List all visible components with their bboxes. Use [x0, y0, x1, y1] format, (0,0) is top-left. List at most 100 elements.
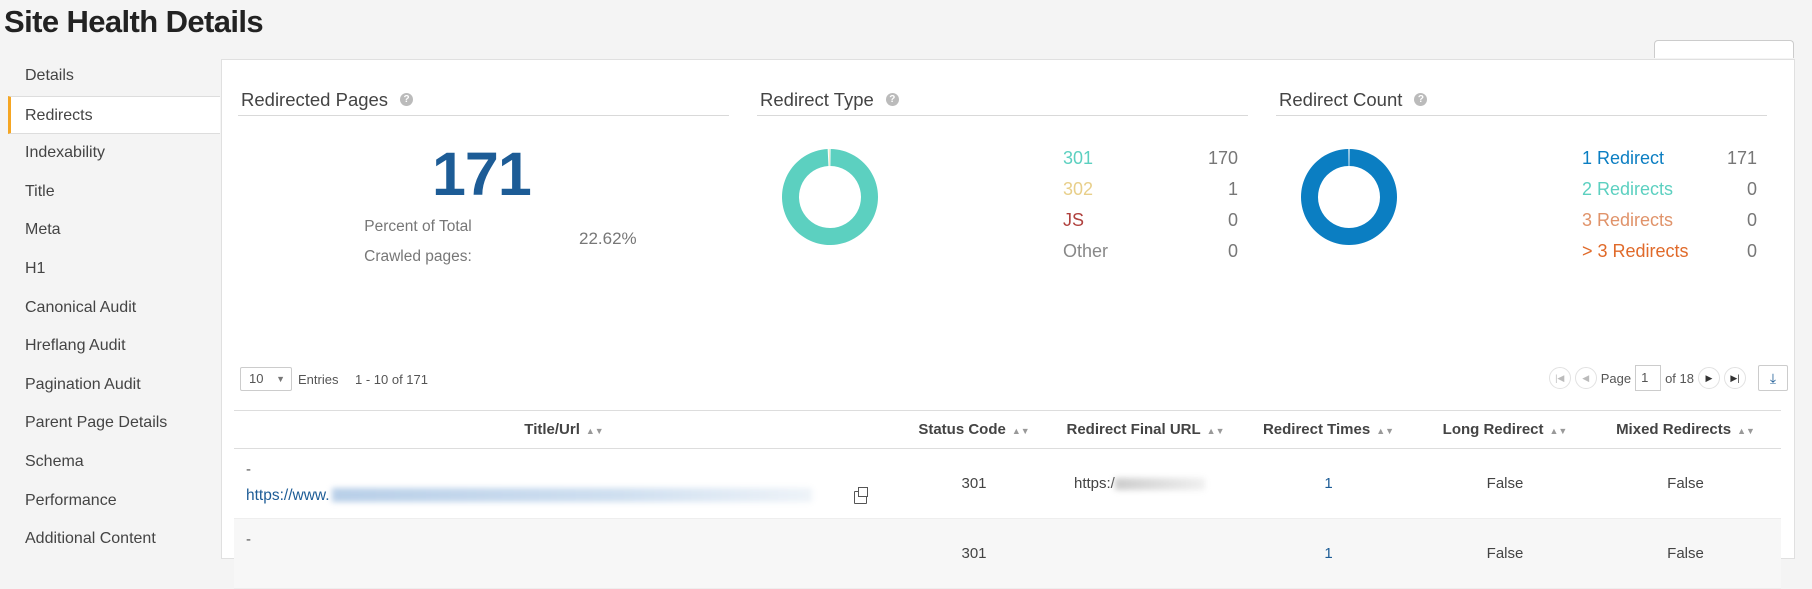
- legend-item[interactable]: Other 0: [1063, 236, 1238, 267]
- redirect-times-link[interactable]: 1: [1237, 475, 1420, 492]
- sidebar-item-canonical-audit[interactable]: Canonical Audit: [8, 289, 220, 328]
- col-redirect-final-url[interactable]: Redirect Final URL ▲▼: [1054, 421, 1237, 438]
- range-label: 1 - 10 of 171: [355, 372, 428, 387]
- external-link-icon[interactable]: [854, 486, 868, 504]
- legend-label: JS: [1063, 210, 1085, 230]
- final-url-redacted: [1114, 478, 1205, 491]
- redirect-count-donut: [1301, 149, 1397, 245]
- sidebar-item-title[interactable]: Title: [8, 173, 220, 212]
- sidebar-item-meta[interactable]: Meta: [8, 211, 220, 250]
- page-title-text: -: [246, 460, 251, 478]
- download-button[interactable]: ⤓: [1758, 365, 1788, 391]
- col-label: Redirect Final URL: [1066, 421, 1201, 438]
- prev-page-icon[interactable]: ◀: [1574, 367, 1597, 389]
- sidebar-item-details[interactable]: Details: [8, 57, 220, 96]
- legend-item[interactable]: 302 1: [1063, 174, 1238, 205]
- status-code-cell: 301: [961, 475, 987, 492]
- legend-item[interactable]: 301 170: [1063, 143, 1238, 174]
- table-row: - 301 1 False False: [234, 519, 1781, 589]
- final-url-prefix: https:/: [1074, 475, 1115, 492]
- sidebar-item-schema[interactable]: Schema: [8, 443, 220, 482]
- title-url-cell: -: [234, 519, 894, 589]
- url-redacted: [331, 488, 812, 503]
- legend-label: > 3 Redirects: [1582, 241, 1689, 261]
- sidebar-item-redirects[interactable]: Redirects: [8, 95, 220, 135]
- redirect-times-link[interactable]: 1: [1237, 545, 1420, 562]
- pagination: |◀ ◀ Page 1 of 18 ▶ ▶| ⤓: [1548, 365, 1788, 391]
- last-page-icon[interactable]: ▶|: [1724, 367, 1746, 389]
- legend-item[interactable]: > 3 Redirects 0: [1582, 236, 1757, 267]
- col-label: Title/Url: [524, 421, 580, 438]
- legend-value: 0: [1227, 241, 1238, 261]
- donut-slice-1[interactable]: [828, 149, 830, 167]
- mixed-redirects-cell: False: [1667, 545, 1704, 562]
- page-size-select[interactable]: 10 ▼: [240, 367, 292, 391]
- sort-icon: ▲▼: [1206, 426, 1225, 436]
- legend-value: 1: [1227, 179, 1238, 199]
- sidebar-item-additional-content[interactable]: Additional Content: [8, 520, 220, 559]
- page-url-link[interactable]: https://www.: [246, 487, 812, 505]
- help-icon[interactable]: ?: [1414, 93, 1428, 106]
- donut-slice-0[interactable]: [782, 149, 878, 245]
- long-redirect-cell: False: [1486, 545, 1524, 562]
- url-prefix: https://www.: [246, 486, 330, 504]
- sidebar: Details Redirects Indexability Title Met…: [8, 57, 220, 559]
- legend-label: Other: [1063, 241, 1109, 261]
- sort-icon: ▲▼: [1737, 426, 1755, 436]
- col-long-redirect[interactable]: Long Redirect ▲▼: [1420, 421, 1590, 438]
- legend-label: 302: [1063, 179, 1094, 199]
- sort-icon: ▲▼: [1011, 426, 1030, 436]
- legend-item[interactable]: JS 0: [1063, 205, 1238, 236]
- redirect-type-legend: 301 170 302 1 JS 0 Other 0: [1063, 143, 1238, 267]
- sidebar-item-performance[interactable]: Performance: [8, 482, 220, 521]
- sidebar-item-h1[interactable]: H1: [8, 250, 220, 289]
- sidebar-item-indexability[interactable]: Indexability: [8, 134, 220, 173]
- redirect-count-legend: 1 Redirect 171 2 Redirects 0 3 Redirects 0 > 3…: [1582, 143, 1757, 267]
- col-label: Mixed Redirects: [1616, 421, 1732, 438]
- col-title-url[interactable]: Title/Url ▲▼: [234, 421, 894, 438]
- of-pages-label: of 18: [1665, 370, 1694, 386]
- legend-item[interactable]: 2 Redirects 0: [1582, 174, 1757, 205]
- table-row: - https://www. 301 https:/ 1 False False: [234, 449, 1781, 519]
- top-right-control[interactable]: [1654, 40, 1794, 58]
- widget-header: Redirect Type ?: [757, 84, 1248, 116]
- page-input[interactable]: 1: [1635, 365, 1662, 391]
- sidebar-item-parent-page-details[interactable]: Parent Page Details: [8, 404, 220, 443]
- first-page-icon[interactable]: |◀: [1548, 367, 1571, 389]
- widget-title: Redirect Type: [760, 88, 874, 110]
- legend-label: 301: [1063, 148, 1094, 168]
- sidebar-item-hreflang-audit[interactable]: Hreflang Audit: [8, 327, 220, 366]
- help-icon[interactable]: ?: [400, 93, 414, 106]
- legend-label: 2 Redirects: [1582, 179, 1674, 199]
- col-label: Long Redirect: [1442, 421, 1544, 438]
- legend-item[interactable]: 3 Redirects 0: [1582, 205, 1757, 236]
- main-panel: Redirected Pages ? 171 Percent of Total …: [221, 59, 1795, 589]
- donut-slice-0[interactable]: [1301, 149, 1397, 245]
- redirect-count-widget: Redirect Count ? 1 Redirect 171 2 Redirect…: [1276, 84, 1767, 304]
- sort-icon: ▲▼: [585, 426, 604, 436]
- redirects-table: Title/Url ▲▼ Status Code ▲▼ Redirect Final…: [234, 410, 1781, 589]
- legend-value: 0: [1746, 241, 1757, 261]
- sidebar-item-pagination-audit[interactable]: Pagination Audit: [8, 366, 220, 405]
- download-icon: ⤓: [1769, 369, 1777, 386]
- legend-label: 1 Redirect: [1582, 148, 1665, 168]
- col-mixed-redirects[interactable]: Mixed Redirects ▲▼: [1590, 421, 1781, 438]
- redirected-pages-widget: Redirected Pages ? 171 Percent of Total …: [238, 84, 729, 304]
- page-title: Site Health Details: [4, 4, 264, 39]
- col-redirect-times[interactable]: Redirect Times ▲▼: [1237, 421, 1420, 438]
- entries-label: Entries: [298, 372, 339, 387]
- page-size-value: 10: [249, 371, 264, 386]
- widget-header: Redirected Pages ?: [238, 84, 729, 116]
- percent-value: 22.62%: [579, 229, 637, 248]
- legend-value: 0: [1746, 210, 1757, 230]
- next-page-icon[interactable]: ▶: [1698, 367, 1720, 389]
- status-code-cell: 301: [961, 545, 987, 562]
- sort-icon: ▲▼: [1549, 426, 1568, 436]
- help-icon[interactable]: ?: [885, 93, 899, 106]
- legend-value: 170: [1207, 148, 1238, 168]
- percent-label-line1: Percent of Total: [364, 218, 472, 235]
- redirect-type-widget: Redirect Type ? 301 170 302 1 JS 0 Other 0: [757, 84, 1248, 304]
- legend-item[interactable]: 1 Redirect 171: [1582, 143, 1757, 174]
- page-label: Page: [1600, 370, 1632, 386]
- col-status-code[interactable]: Status Code ▲▼: [894, 421, 1054, 438]
